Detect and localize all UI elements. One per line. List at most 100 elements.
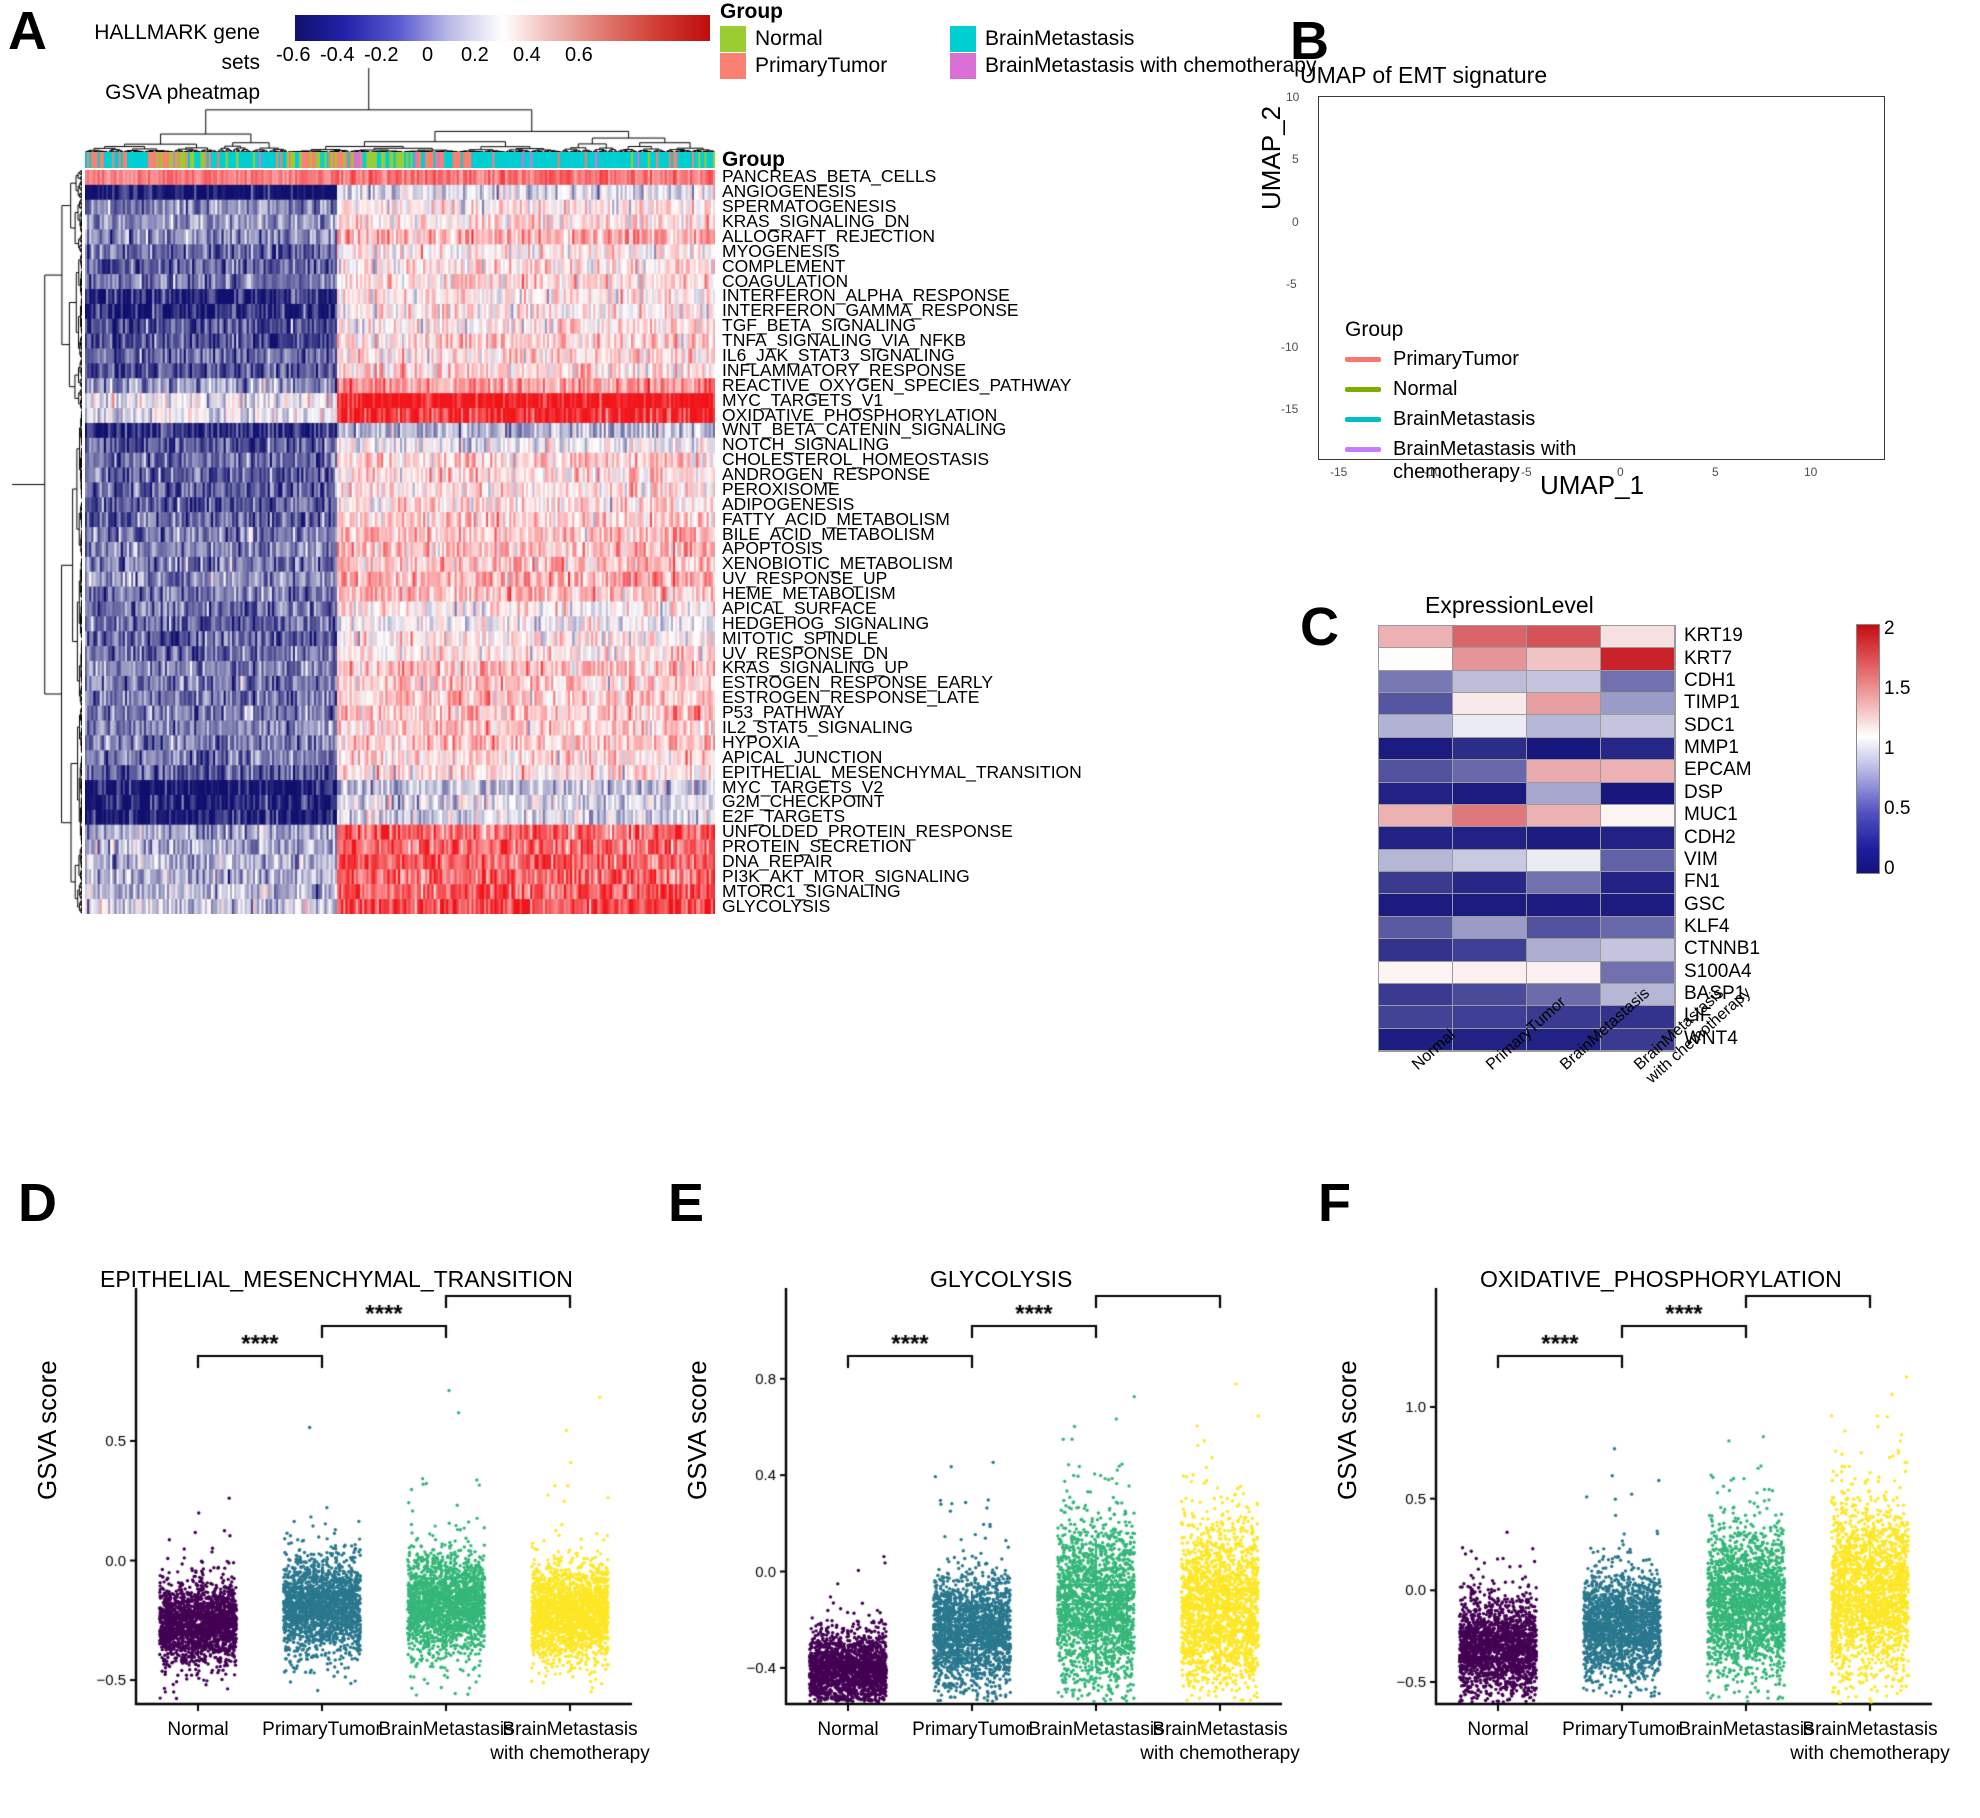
expression-cell: [1379, 648, 1453, 671]
umap-y-axis-label: UMAP_2: [1256, 105, 1286, 210]
umap-legend-label-primarytumor: PrimaryTumor: [1393, 348, 1519, 370]
expression-cell: [1453, 670, 1527, 694]
legend-swatch-normal: [720, 26, 746, 52]
expression-cell: [1379, 939, 1453, 962]
umap-ytick-m10: -10: [1281, 340, 1299, 354]
panel-e-boxplot: [728, 1286, 1288, 1746]
expression-cell: [1453, 693, 1527, 716]
colorbar-tick-1: -0.4: [320, 44, 355, 66]
umap-legend-label-brainmetastasis: BrainMetastasis: [1393, 408, 1536, 430]
expression-heatmap-row-labels: KRT19 KRT7 CDH1 TIMP1 SDC1 MMP1 EPCAM DSP MUC1 CD…: [1684, 625, 1834, 1050]
umap-legend: Group PrimaryTumor Normal BrainMetastasi…: [1345, 318, 1603, 491]
colorbar-tick-3: 0: [422, 44, 434, 66]
expression-colorbar-ticks: 2 1.5 1 0.5 0: [1884, 612, 1944, 892]
expression-cell: [1379, 782, 1453, 805]
umap-ytick-0: 0: [1292, 215, 1299, 229]
expression-cell: [1453, 804, 1527, 828]
umap-ytick-m15: -15: [1281, 402, 1299, 416]
legend-label-normal: Normal: [755, 27, 823, 50]
expression-cell: [1453, 894, 1527, 917]
legend-label-primarytumor: PrimaryTumor: [755, 54, 888, 77]
umap-legend-label-brainmetastasis-chemo: BrainMetastasis with chemotherapy: [1393, 438, 1577, 483]
expr-tick-1: 1: [1884, 738, 1895, 759]
expression-cell: [1379, 961, 1453, 984]
expression-cell: [1527, 670, 1601, 694]
colorbar-tick-2: -0.2: [364, 44, 399, 66]
panel-letter-e: E: [668, 1173, 704, 1233]
expression-cell: [1601, 715, 1675, 738]
umap-legend-line-brainmetastasis-chemo: [1345, 447, 1381, 452]
umap-legend-title: Group: [1345, 318, 1404, 341]
expression-cell: [1379, 670, 1453, 694]
expression-cell: [1453, 827, 1527, 850]
expression-cell: [1453, 715, 1527, 738]
umap-legend-item-normal[interactable]: Normal: [1345, 378, 1603, 401]
umap-xtick-5: 5: [1712, 465, 1719, 479]
expression-cell: [1527, 737, 1601, 761]
column-group-annotation-bar: [85, 152, 715, 168]
legend-item-brainmetastasis-chemo[interactable]: BrainMetastasis with chemotherapy: [950, 53, 1316, 79]
expression-heatmap-col-labels: Normal PrimaryTumor BrainMetastasis BrainMe…: [1360, 985, 1760, 1145]
umap-ytick-10: 10: [1286, 90, 1300, 104]
expression-cell: [1379, 737, 1453, 761]
panel-f-boxplot: [1378, 1286, 1938, 1746]
legend-label-brainmetastasis: BrainMetastasis: [985, 27, 1135, 50]
expression-cell: [1527, 849, 1601, 873]
expression-cell: [1601, 737, 1675, 761]
colorbar-tick-0: -0.6: [276, 44, 311, 66]
expression-cell: [1453, 737, 1527, 761]
umap-legend-item-primarytumor[interactable]: PrimaryTumor: [1345, 348, 1603, 371]
expression-row-label: CTNNB1: [1684, 938, 1761, 960]
expression-cell: [1453, 961, 1527, 984]
column-dendrogram: [85, 66, 715, 152]
legend-swatch-primarytumor: [720, 53, 746, 79]
expression-cell: [1379, 804, 1453, 828]
expression-cell: [1527, 827, 1601, 850]
expr-tick-2: 2: [1884, 618, 1895, 639]
expression-cell: [1527, 648, 1601, 671]
expression-cell: [1453, 849, 1527, 873]
umap-legend-line-brainmetastasis: [1345, 417, 1381, 422]
expression-row-label: TIMP1: [1684, 692, 1740, 714]
panel-letter-a: A: [8, 1, 47, 61]
expression-cell: [1453, 1006, 1527, 1029]
expression-cell: [1453, 760, 1527, 783]
gsva-colorbar: [295, 15, 710, 41]
expression-row-label: S100A4: [1684, 960, 1752, 982]
expression-cell: [1601, 916, 1675, 940]
expression-cell: [1601, 760, 1675, 783]
expression-cell: [1527, 693, 1601, 716]
expression-cell: [1379, 1006, 1453, 1029]
expression-cell: [1527, 626, 1601, 649]
expression-cell: [1379, 983, 1453, 1007]
boxplot-x-label-f-3: BrainMetastasis with chemotherapy: [1790, 1719, 1950, 1764]
expression-row-label: FN1: [1684, 871, 1720, 893]
expression-cell: [1453, 916, 1527, 940]
expression-cell: [1453, 782, 1527, 805]
legend-item-normal[interactable]: Normal: [720, 26, 887, 52]
colorbar-tick-6: 0.6: [565, 44, 593, 66]
expression-cell: [1527, 916, 1601, 940]
umap-legend-item-brainmetastasis-chemo[interactable]: BrainMetastasis with chemotherapy: [1345, 438, 1603, 484]
umap-legend-line-primarytumor: [1345, 357, 1381, 362]
legend-item-primarytumor[interactable]: PrimaryTumor: [720, 53, 887, 79]
expression-cell: [1379, 872, 1453, 895]
expression-row-label: KRT7: [1684, 647, 1733, 669]
umap-ytick-m5: -5: [1286, 277, 1297, 291]
expression-row-label: GSC: [1684, 893, 1726, 915]
legend-item-brainmetastasis[interactable]: BrainMetastasis: [950, 26, 1316, 52]
expression-cell: [1527, 760, 1601, 783]
expression-cell: [1379, 626, 1453, 649]
legend-swatch-brainmetastasis-chemo: [950, 53, 976, 79]
expression-cell: [1601, 827, 1675, 850]
expression-row-label: MUC1: [1684, 804, 1738, 826]
expression-row-label: DSP: [1684, 781, 1724, 803]
umap-legend-item-brainmetastasis[interactable]: BrainMetastasis: [1345, 408, 1603, 431]
group-legend-title: Group: [720, 0, 783, 23]
umap-xtick-0: 0: [1617, 465, 1624, 479]
expression-colorbar: [1856, 624, 1880, 874]
expression-heatmap: [1378, 625, 1676, 1052]
expression-cell: [1601, 939, 1675, 962]
expression-cell: [1379, 693, 1453, 716]
expression-row-label: MMP1: [1684, 737, 1739, 759]
